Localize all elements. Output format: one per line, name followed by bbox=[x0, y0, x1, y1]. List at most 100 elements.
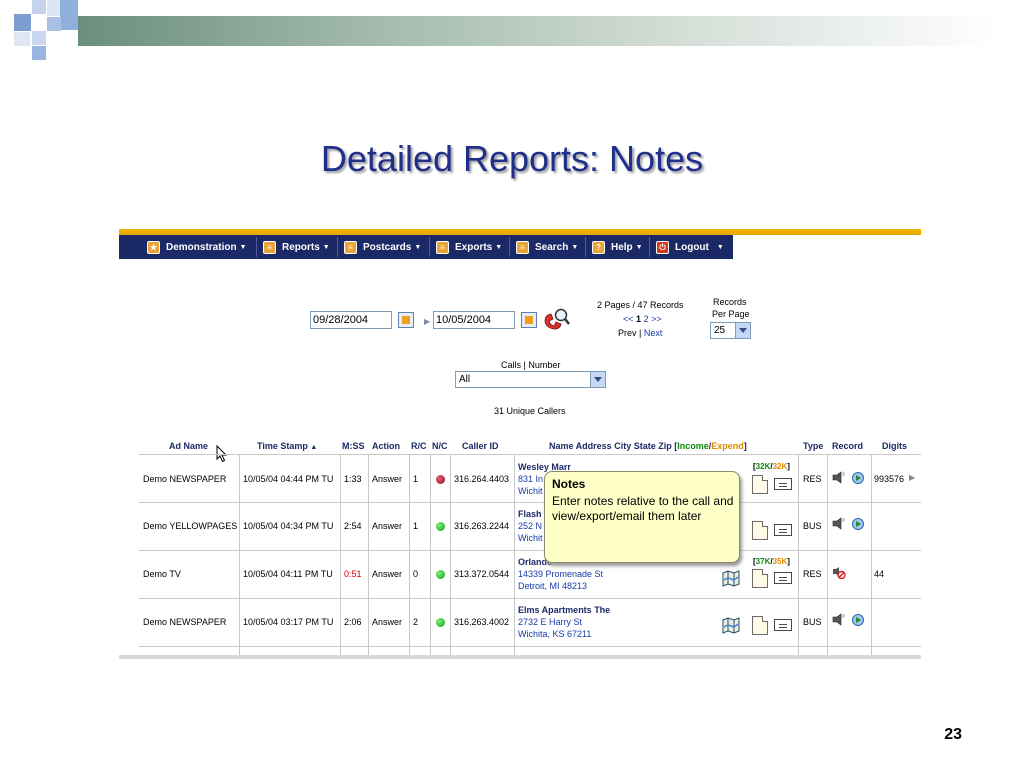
cell-ad-name: Demo TV bbox=[143, 569, 181, 579]
expend-value: 35K bbox=[772, 557, 788, 566]
income-value: 32K bbox=[755, 462, 771, 471]
cell-address-line2: Wichit bbox=[518, 533, 543, 543]
expend-value: 32K bbox=[772, 462, 788, 471]
header-caller-id[interactable]: Caller ID bbox=[462, 441, 499, 451]
chevron-down-icon bbox=[735, 323, 750, 338]
cell-name[interactable]: Flash bbox=[518, 509, 542, 519]
cell-mss: 0:51 bbox=[344, 569, 362, 579]
note-icon[interactable] bbox=[752, 475, 768, 494]
row-divider bbox=[139, 550, 921, 551]
replay-icon[interactable] bbox=[851, 517, 865, 530]
cell-type: BUS bbox=[803, 617, 822, 627]
map-icon[interactable] bbox=[722, 569, 740, 587]
nav-logout[interactable]: ⏻ Logout ▼ bbox=[650, 237, 733, 257]
nav-help[interactable]: ? Help ▼ bbox=[586, 237, 650, 257]
magnifier-search-icon[interactable] bbox=[543, 307, 571, 331]
replay-icon[interactable] bbox=[851, 613, 865, 626]
next-link[interactable]: Next bbox=[644, 328, 663, 338]
cell-name[interactable]: Elms Apartments The bbox=[518, 605, 610, 615]
cell-address-line2: Wichit bbox=[518, 486, 543, 496]
cell-rc: 2 bbox=[413, 617, 419, 627]
cell-caller-id: 313.372.0544 bbox=[454, 569, 510, 579]
note-icon[interactable] bbox=[752, 521, 768, 540]
row-divider bbox=[139, 646, 921, 647]
header-digits[interactable]: Digits bbox=[882, 441, 907, 451]
replay-icon[interactable] bbox=[851, 471, 865, 484]
income-value: 37K bbox=[755, 557, 771, 566]
nav-reports[interactable]: ≡ Reports ▼ bbox=[257, 237, 338, 257]
nav-search[interactable]: ≡ Search ▼ bbox=[510, 237, 586, 257]
nav-postcards[interactable]: ≡ Postcards ▼ bbox=[338, 237, 430, 257]
chevron-down-icon: ▼ bbox=[716, 243, 724, 251]
slide-number: 23 bbox=[944, 726, 962, 743]
email-icon[interactable] bbox=[774, 478, 792, 490]
note-icon[interactable] bbox=[752, 616, 768, 635]
email-icon[interactable] bbox=[774, 524, 792, 536]
speaker-icon[interactable] bbox=[832, 613, 846, 626]
first-page-link[interactable]: << bbox=[623, 314, 634, 324]
nav-exports[interactable]: ≡ Exports ▼ bbox=[430, 237, 510, 257]
app-screenshot: ★ Demonstration ▼ ≡ Reports ▼ ≡ Postcard… bbox=[119, 229, 921, 659]
header-nc[interactable]: N/C bbox=[432, 441, 448, 451]
help-icon: ? bbox=[592, 240, 605, 254]
email-icon[interactable] bbox=[774, 619, 792, 631]
decor-square bbox=[32, 46, 46, 60]
nav-label: Search bbox=[535, 241, 569, 253]
cell-caller-id: 316.264.4403 bbox=[454, 474, 510, 484]
col-divider bbox=[430, 454, 431, 659]
note-icon[interactable] bbox=[752, 569, 768, 588]
exports-icon: ≡ bbox=[436, 240, 449, 254]
decor-bar bbox=[78, 16, 998, 46]
expand-arrow-icon[interactable]: ▶ bbox=[909, 473, 915, 482]
col-divider bbox=[827, 454, 828, 659]
calls-number-label: Calls | Number bbox=[501, 360, 561, 370]
date-to-field[interactable]: 10/05/2004 bbox=[433, 311, 515, 329]
no-recording-icon bbox=[833, 567, 846, 579]
calendar-icon[interactable] bbox=[521, 312, 537, 328]
speaker-icon[interactable] bbox=[832, 471, 846, 484]
header-record[interactable]: Record bbox=[832, 441, 863, 451]
cell-ad-name: Demo NEWSPAPER bbox=[143, 617, 227, 627]
page-2-link[interactable]: 2 bbox=[644, 314, 649, 324]
col-divider bbox=[239, 454, 240, 659]
last-page-link[interactable]: >> bbox=[651, 314, 662, 324]
chevron-down-icon: ▼ bbox=[635, 243, 643, 251]
nav-demonstration[interactable]: ★ Demonstration ▼ bbox=[141, 237, 257, 257]
cell-mss: 2:06 bbox=[344, 617, 362, 627]
header-name-address[interactable]: Name Address City State Zip [Income/Expe… bbox=[549, 441, 747, 451]
col-divider bbox=[409, 454, 410, 659]
header-close-bracket: ] bbox=[743, 441, 747, 451]
header-rc[interactable]: R/C bbox=[411, 441, 427, 451]
reports-icon: ≡ bbox=[263, 240, 276, 254]
map-icon[interactable] bbox=[722, 616, 740, 634]
cell-caller-id: 316.263.4002 bbox=[454, 617, 510, 627]
cell-ad-name: Demo NEWSPAPER bbox=[143, 474, 227, 484]
arrow-right-icon: ▶ bbox=[424, 317, 431, 326]
tooltip-title: Notes bbox=[552, 477, 586, 491]
chevron-down-icon: ▼ bbox=[495, 243, 503, 251]
cell-action: Answer bbox=[372, 521, 403, 531]
slide-title: Detailed Reports: Notes bbox=[320, 138, 704, 179]
prev-label: Prev bbox=[618, 328, 637, 338]
email-icon[interactable] bbox=[774, 572, 792, 584]
cell-address-line1: 2732 E Harry St bbox=[518, 617, 583, 627]
decor-square bbox=[47, 17, 61, 31]
header-time-stamp[interactable]: Time Stamp ▲ bbox=[257, 441, 317, 451]
date-from-field[interactable]: 09/28/2004 bbox=[310, 311, 392, 329]
cell-digits: 44 bbox=[874, 569, 885, 579]
records-per-page-select[interactable]: 25 bbox=[710, 322, 751, 339]
chevron-down-icon: ▼ bbox=[414, 243, 422, 251]
header-ad-name[interactable]: Ad Name bbox=[169, 441, 208, 451]
header-mss[interactable]: M:SS bbox=[342, 441, 365, 451]
speaker-icon[interactable] bbox=[832, 517, 846, 530]
cell-time-stamp: 10/05/04 04:34 PM TU bbox=[243, 521, 334, 531]
income-expend-badge: [32K/32K] bbox=[753, 462, 790, 471]
status-dot-green bbox=[436, 618, 445, 627]
nav-label: Demonstration bbox=[166, 241, 237, 253]
calls-select[interactable]: All bbox=[455, 371, 606, 388]
calendar-icon[interactable] bbox=[398, 312, 414, 328]
header-action[interactable]: Action bbox=[372, 441, 400, 451]
header-type[interactable]: Type bbox=[803, 441, 823, 451]
calls-select-value: All bbox=[459, 374, 471, 385]
slide: Detailed Reports: Notes ★ Demonstration … bbox=[0, 0, 1024, 768]
